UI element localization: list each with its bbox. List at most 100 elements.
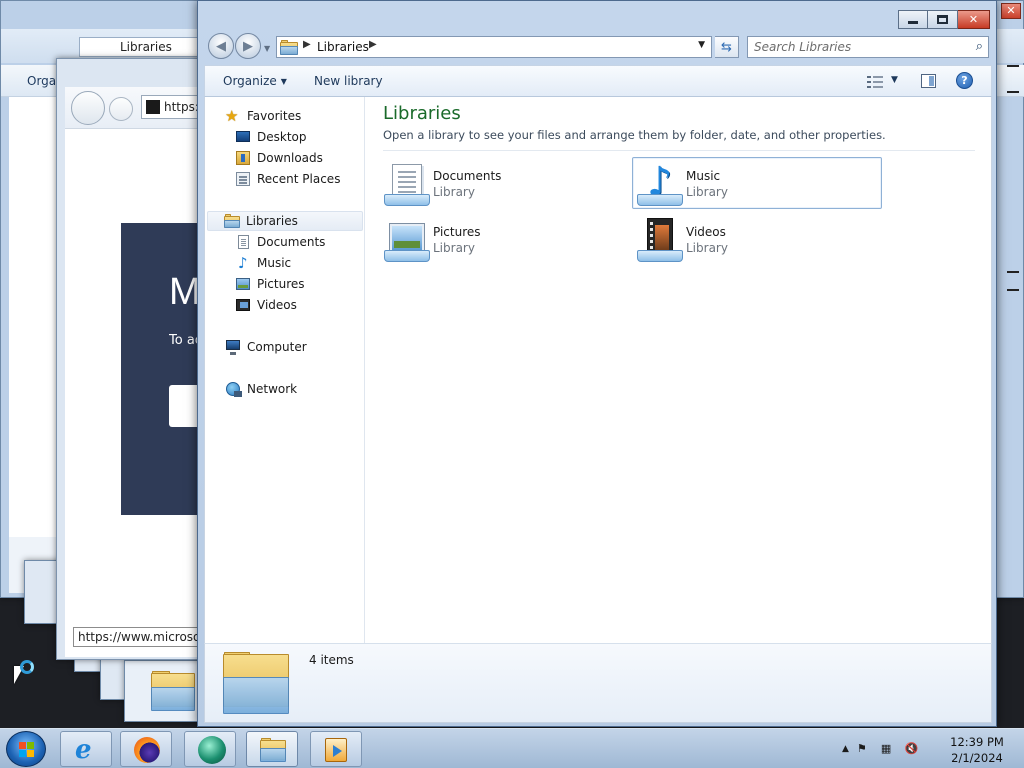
navigation-pane: ★ Favorites Desktop Downloads Recent Pla… xyxy=(205,97,365,643)
chevron-down-icon: ▼ xyxy=(891,75,898,85)
preview-pane-button[interactable] xyxy=(921,74,936,88)
browser-back-button[interactable] xyxy=(71,91,105,125)
nav-favorites[interactable]: ★ Favorites xyxy=(225,106,301,126)
network-status-icon[interactable]: ▦ xyxy=(881,742,897,756)
details-pane: 4 items xyxy=(204,643,992,723)
nav-item-pictures[interactable]: Pictures xyxy=(235,274,305,294)
firefox-icon xyxy=(134,737,160,763)
taskbar-windows-explorer[interactable] xyxy=(246,731,298,767)
background-address-bar[interactable]: Libraries xyxy=(79,37,199,57)
music-icon: ♪ xyxy=(238,254,248,272)
nav-item-desktop[interactable]: Desktop xyxy=(235,127,307,147)
taskbar-app-globe[interactable] xyxy=(184,731,236,767)
taskbar-internet-explorer[interactable]: e xyxy=(60,731,112,767)
client-area: ★ Favorites Desktop Downloads Recent Pla… xyxy=(204,97,992,643)
downloads-folder-icon xyxy=(236,151,250,165)
command-bar: Organize ▼ New library ▼ ? xyxy=(204,65,992,97)
nav-item-downloads[interactable]: Downloads xyxy=(235,148,323,168)
browser-address-bar[interactable]: https:/ xyxy=(141,95,201,119)
music-library-icon: ♪ xyxy=(637,160,683,206)
nav-item-recent-places[interactable]: Recent Places xyxy=(235,169,340,189)
browser-status-bar: https://www.microsof xyxy=(73,627,201,647)
maximize-button[interactable] xyxy=(928,10,958,29)
arrow-right-icon: ▶ xyxy=(243,38,253,54)
libraries-folder-icon xyxy=(223,652,289,714)
folder-icon xyxy=(151,671,195,711)
breadcrumb-arrow-icon[interactable]: ▶ xyxy=(369,39,377,50)
libraries-folder-icon xyxy=(224,214,240,228)
browser-hero-heading: M xyxy=(169,271,201,313)
maximize-icon xyxy=(937,15,948,24)
action-center-flag-icon[interactable]: ⚑ xyxy=(857,742,873,756)
search-input[interactable] xyxy=(748,37,958,57)
organize-button[interactable]: Organize ▼ xyxy=(223,74,287,88)
page-title: Libraries xyxy=(383,103,461,124)
nav-network[interactable]: Network xyxy=(225,379,297,399)
address-history-dropdown[interactable]: ▼ xyxy=(698,40,705,50)
site-favicon-icon xyxy=(146,100,160,114)
library-tile-pictures[interactable]: Pictures Library xyxy=(379,213,629,265)
clock-time: 12:39 PM xyxy=(950,735,1004,749)
help-button[interactable]: ? xyxy=(956,72,973,89)
nav-computer[interactable]: Computer xyxy=(225,337,307,357)
forward-button[interactable]: ▶ xyxy=(235,33,261,59)
documents-library-icon xyxy=(384,162,430,206)
item-count: 4 items xyxy=(309,653,354,667)
desktop-icon xyxy=(236,131,250,142)
minimize-button[interactable] xyxy=(898,10,928,29)
network-icon xyxy=(226,382,242,397)
search-icon[interactable]: ⌕ xyxy=(976,39,983,54)
start-button[interactable] xyxy=(6,731,46,767)
back-button[interactable]: ◀ xyxy=(208,33,234,59)
background-organize-button[interactable]: Orga xyxy=(27,74,56,88)
busy-spinner-icon xyxy=(20,660,34,674)
browser-forward-button[interactable] xyxy=(109,97,133,121)
background-window[interactable] xyxy=(124,660,200,722)
arrow-left-icon: ◀ xyxy=(216,38,226,54)
libraries-folder-icon xyxy=(280,40,298,55)
background-scroll-marker xyxy=(1007,271,1019,273)
taskbar: e ▲ ⚑ ▦ 🔇 12:39 PM 2/1/2024 xyxy=(0,728,1024,768)
close-button[interactable]: ✕ xyxy=(958,10,990,29)
close-icon: ✕ xyxy=(968,13,979,26)
taskbar-firefox[interactable] xyxy=(120,731,172,767)
library-tile-music[interactable]: ♪ Music Library xyxy=(632,157,882,209)
globe-app-icon xyxy=(198,736,226,764)
breadcrumb-arrow-icon[interactable]: ▶ xyxy=(303,39,311,50)
address-bar[interactable]: ▶ Libraries ▶ ▼ xyxy=(276,36,712,58)
browser-hero-banner: M To ac xyxy=(121,223,201,515)
videos-icon xyxy=(236,299,250,311)
libraries-explorer-window[interactable]: ✕ ◀ ▶ ▼ ▶ Libraries ▶ ▼ ⇆ ⌕ Organize▼ Ne… xyxy=(197,0,997,727)
breadcrumb-libraries[interactable]: Libraries xyxy=(317,40,369,54)
nav-item-music[interactable]: ♪ Music xyxy=(235,253,291,273)
library-tile-documents[interactable]: Documents Library xyxy=(379,157,629,209)
refresh-icon: ⇆ xyxy=(721,39,732,55)
nav-item-documents[interactable]: Documents xyxy=(235,232,325,252)
internet-explorer-icon: e xyxy=(75,735,92,765)
windows-explorer-icon xyxy=(260,738,286,762)
background-browser-window[interactable]: https:/ M To ac https://www.microsof xyxy=(56,58,201,660)
new-library-button[interactable]: New library xyxy=(314,74,383,88)
nav-libraries[interactable]: Libraries xyxy=(207,211,363,231)
change-view-button[interactable]: ▼ xyxy=(865,73,905,91)
refresh-button[interactable]: ⇆ xyxy=(715,36,739,58)
videos-library-icon xyxy=(637,218,683,262)
nav-item-videos[interactable]: Videos xyxy=(235,295,297,315)
show-hidden-icons-button[interactable]: ▲ xyxy=(842,744,849,754)
minimize-icon xyxy=(908,21,918,24)
recent-places-icon xyxy=(236,172,250,186)
caption-buttons: ✕ xyxy=(898,10,990,29)
search-box[interactable]: ⌕ xyxy=(747,36,989,58)
background-scroll-marker xyxy=(1007,91,1019,93)
star-icon: ★ xyxy=(225,107,239,125)
taskbar-media-player[interactable] xyxy=(310,731,362,767)
system-clock[interactable]: 12:39 PM 2/1/2024 xyxy=(944,734,1010,766)
computer-icon xyxy=(226,340,240,355)
content-pane: Libraries Open a library to see your fil… xyxy=(375,97,993,643)
recent-pages-dropdown[interactable]: ▼ xyxy=(264,44,270,53)
page-subtitle: Open a library to see your files and arr… xyxy=(383,128,886,142)
background-close-button[interactable]: ✕ xyxy=(1001,3,1021,19)
volume-muted-icon[interactable]: 🔇 xyxy=(905,742,921,756)
browser-nav-bar: https:/ xyxy=(65,87,201,129)
library-tile-videos[interactable]: Videos Library xyxy=(632,213,882,265)
